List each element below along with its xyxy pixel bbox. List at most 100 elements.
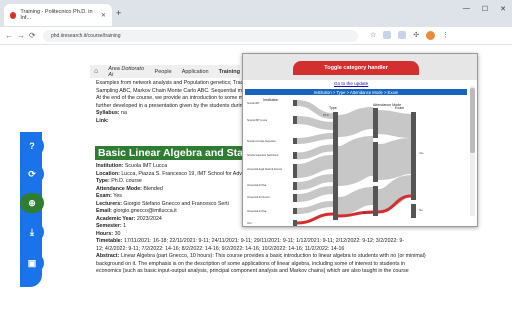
sankey-link[interactable] [336, 136, 375, 186]
extension-icon[interactable] [383, 31, 392, 39]
browser-tabstrip: Training - Politecnico Ph.D. in Inf... ✕… [0, 0, 512, 27]
node-label: Scuola normale Superiore [247, 140, 277, 143]
bookmark-icon[interactable]: ☆ [370, 31, 376, 40]
node-label: Scuola IMT Lucca [247, 119, 268, 122]
previous-course-text: Examples from network analysis and Popul… [96, 80, 249, 125]
sankey-link[interactable] [296, 155, 334, 178]
syllabus-value: na [121, 110, 127, 116]
download-button[interactable]: ⤓ [20, 222, 44, 242]
user-menu[interactable]: Area Dottorato Ai [108, 66, 144, 78]
popup-scroll-thumb[interactable] [470, 88, 475, 153]
year-value: 2023/2024 [136, 215, 162, 222]
location-label: Location: [96, 170, 120, 177]
sankey-node-type[interactable] [333, 112, 338, 220]
sankey-link[interactable] [337, 187, 374, 215]
type-value: Ph.D. course [111, 178, 142, 184]
favicon-icon [10, 11, 17, 19]
menu-dots-icon[interactable]: ⋮ [442, 31, 449, 40]
link-label: Link: [96, 117, 109, 124]
email-value[interactable]: giorgio.gnecco@imtlucca.it [113, 208, 176, 214]
location-value: Lucca, Piazza S. Francesco 19, IMT Schoo… [121, 170, 257, 177]
sankey-node[interactable] [293, 220, 297, 226]
sankey-node[interactable] [293, 208, 297, 214]
node-label: Università di Pisa [247, 184, 267, 187]
nav-application[interactable]: Application [182, 69, 209, 75]
node-label: Blended [363, 211, 373, 215]
text-line: Examples from network analysis and Popul… [96, 80, 247, 86]
update-link[interactable]: Go to the update [334, 81, 368, 86]
profile-avatar[interactable] [426, 31, 436, 40]
sankey-node[interactable] [293, 100, 297, 106]
institution-value: Scuola IMT Lucca [124, 163, 168, 169]
help-button[interactable]: ? [20, 136, 44, 156]
home-icon[interactable]: ⌂ [94, 68, 98, 75]
browser-tab[interactable]: Training - Politecnico Ph.D. in Inf... ✕ [4, 4, 112, 26]
refresh-icon: ⟳ [28, 168, 36, 179]
sankey-node-mode[interactable] [373, 108, 378, 138]
save-button[interactable]: ▣ [20, 253, 44, 273]
col-institution: Institution [263, 98, 278, 102]
sankey-link[interactable] [296, 133, 334, 144]
email-label: Email: [96, 208, 112, 214]
sankey-node[interactable] [293, 182, 297, 190]
node-label: No [419, 208, 423, 212]
sankey-node-mode[interactable] [373, 142, 378, 182]
minimize-icon[interactable]: — [463, 5, 470, 13]
close-tab-icon[interactable]: ✕ [101, 12, 106, 19]
node-label: Scuola Superiore Sant'Anna [247, 154, 279, 157]
new-tab-icon[interactable]: + [116, 8, 121, 18]
extension-icon-2[interactable] [398, 31, 407, 39]
node-label: Unit [247, 222, 252, 225]
sankey-node-exam[interactable] [411, 112, 416, 200]
sankey-link[interactable] [377, 138, 412, 180]
window-controls: — ☐ ✕ [463, 5, 506, 13]
attendance-label: Attendance Mode: [96, 185, 142, 192]
sankey-link[interactable] [296, 201, 334, 214]
node-label: Ph.D. [323, 113, 330, 117]
toggle-category-button[interactable]: Toggle category handler [293, 61, 419, 75]
back-icon[interactable]: ← [5, 31, 13, 40]
lecturers-value: Giorgio Stefano Gnecco and Francesco Ser… [123, 200, 229, 207]
sankey-node[interactable] [293, 138, 297, 144]
sankey-link-highlight[interactable] [296, 212, 334, 225]
node-label: Yes [419, 151, 424, 155]
close-window-icon[interactable]: ✕ [500, 5, 506, 13]
extensions-puzzle-icon[interactable]: ✣ [413, 31, 419, 40]
col-type: Type [329, 106, 337, 110]
abstract-cont-2: economics (such as basic input-output an… [96, 268, 409, 274]
hours-label: Hours: [96, 230, 114, 237]
sankey-link[interactable] [296, 144, 334, 160]
node-label: Scuola IMT [247, 102, 260, 105]
refresh-button[interactable]: ⟳ [20, 164, 44, 184]
nav-people[interactable]: People [155, 69, 172, 75]
type-label: Type: [96, 178, 110, 184]
sankey-link[interactable] [296, 186, 334, 202]
sankey-node[interactable] [293, 152, 297, 159]
timetable-value: 17/11/2021: 16-18; 22/11/2021: 9-11; 24/… [123, 238, 405, 244]
address-bar[interactable]: phd.iiresearch.it/course/training [43, 30, 358, 42]
maximize-icon[interactable]: ☐ [482, 5, 488, 13]
browser-toolbar: ← → ⟳ phd.iiresearch.it/course/training … [0, 27, 512, 45]
sankey-node[interactable] [293, 116, 297, 124]
node-label: Università degli Studi di Firenze [247, 168, 283, 171]
help-icon: ? [29, 141, 35, 151]
col-exam: Exam [395, 106, 404, 110]
sankey-node-mode[interactable] [373, 186, 378, 216]
forward-icon[interactable]: → [17, 31, 25, 40]
sankey-node-exam[interactable] [411, 204, 416, 218]
abstract-cont: background on it. The emphasis is on the… [96, 260, 406, 267]
sankey-link[interactable] [337, 107, 374, 137]
sankey-link[interactable] [296, 116, 334, 130]
sankey-node[interactable] [293, 164, 297, 178]
institution-label: Institution: [96, 163, 124, 169]
lecturers-label: Lecturers: [96, 200, 122, 207]
toggle-view-button[interactable]: ⊕ [20, 193, 44, 213]
abstract-value: Linear Algebra (part Gnecco, 10 hours): … [120, 253, 426, 259]
year-label: Academic Year: [96, 215, 136, 222]
sankey-node[interactable] [293, 194, 297, 202]
sankey-link[interactable] [296, 174, 334, 190]
text-line: Sampling ABC, Markov Chain Monte Carlo A… [96, 87, 250, 94]
sankey-link[interactable] [377, 110, 412, 138]
nav-training[interactable]: Training [219, 69, 240, 75]
reload-icon[interactable]: ⟳ [29, 31, 36, 40]
